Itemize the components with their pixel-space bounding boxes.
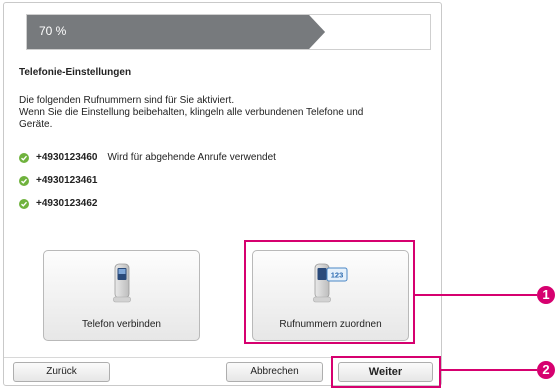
phone-number: +4930123462 bbox=[36, 198, 98, 209]
intro-line: Die folgenden Rufnummern sind für Sie ak… bbox=[19, 95, 235, 106]
check-icon bbox=[19, 175, 29, 186]
callout-line bbox=[441, 369, 537, 371]
callout-line bbox=[415, 294, 537, 296]
number-list: +4930123460 Wird für abgehende Anrufe ve… bbox=[19, 146, 276, 215]
phone-number: +4930123460 bbox=[36, 152, 98, 163]
highlight-frame bbox=[244, 240, 415, 344]
cordless-phone-icon bbox=[112, 263, 131, 306]
list-item: +4930123462 bbox=[19, 192, 276, 215]
cancel-button[interactable]: Abbrechen bbox=[226, 362, 323, 382]
connect-phone-button[interactable]: Telefon verbinden bbox=[43, 250, 200, 341]
section-title: Telefonie-Einstellungen bbox=[19, 67, 132, 78]
highlight-frame bbox=[331, 356, 441, 388]
progress-fill bbox=[27, 15, 325, 49]
back-button[interactable]: Zurück bbox=[13, 362, 110, 382]
callout-badge: 2 bbox=[537, 361, 555, 379]
connect-phone-label: Telefon verbinden bbox=[82, 319, 161, 330]
phone-number: +4930123461 bbox=[36, 175, 98, 186]
progress-bar: 70 % bbox=[26, 14, 431, 50]
check-icon bbox=[19, 198, 29, 209]
intro-line: Wenn Sie die Einstellung beibehalten, kl… bbox=[19, 107, 364, 118]
number-note: Wird für abgehende Anrufe verwendet bbox=[107, 152, 276, 163]
intro-text: Die folgenden Rufnummern sind für Sie ak… bbox=[19, 95, 419, 131]
progress-label: 70 % bbox=[39, 24, 67, 38]
callout-badge: 1 bbox=[537, 286, 555, 304]
check-icon bbox=[19, 152, 29, 163]
list-item: +4930123461 bbox=[19, 169, 276, 192]
list-item: +4930123460 Wird für abgehende Anrufe ve… bbox=[19, 146, 276, 169]
intro-line: Geräte. bbox=[19, 119, 53, 130]
